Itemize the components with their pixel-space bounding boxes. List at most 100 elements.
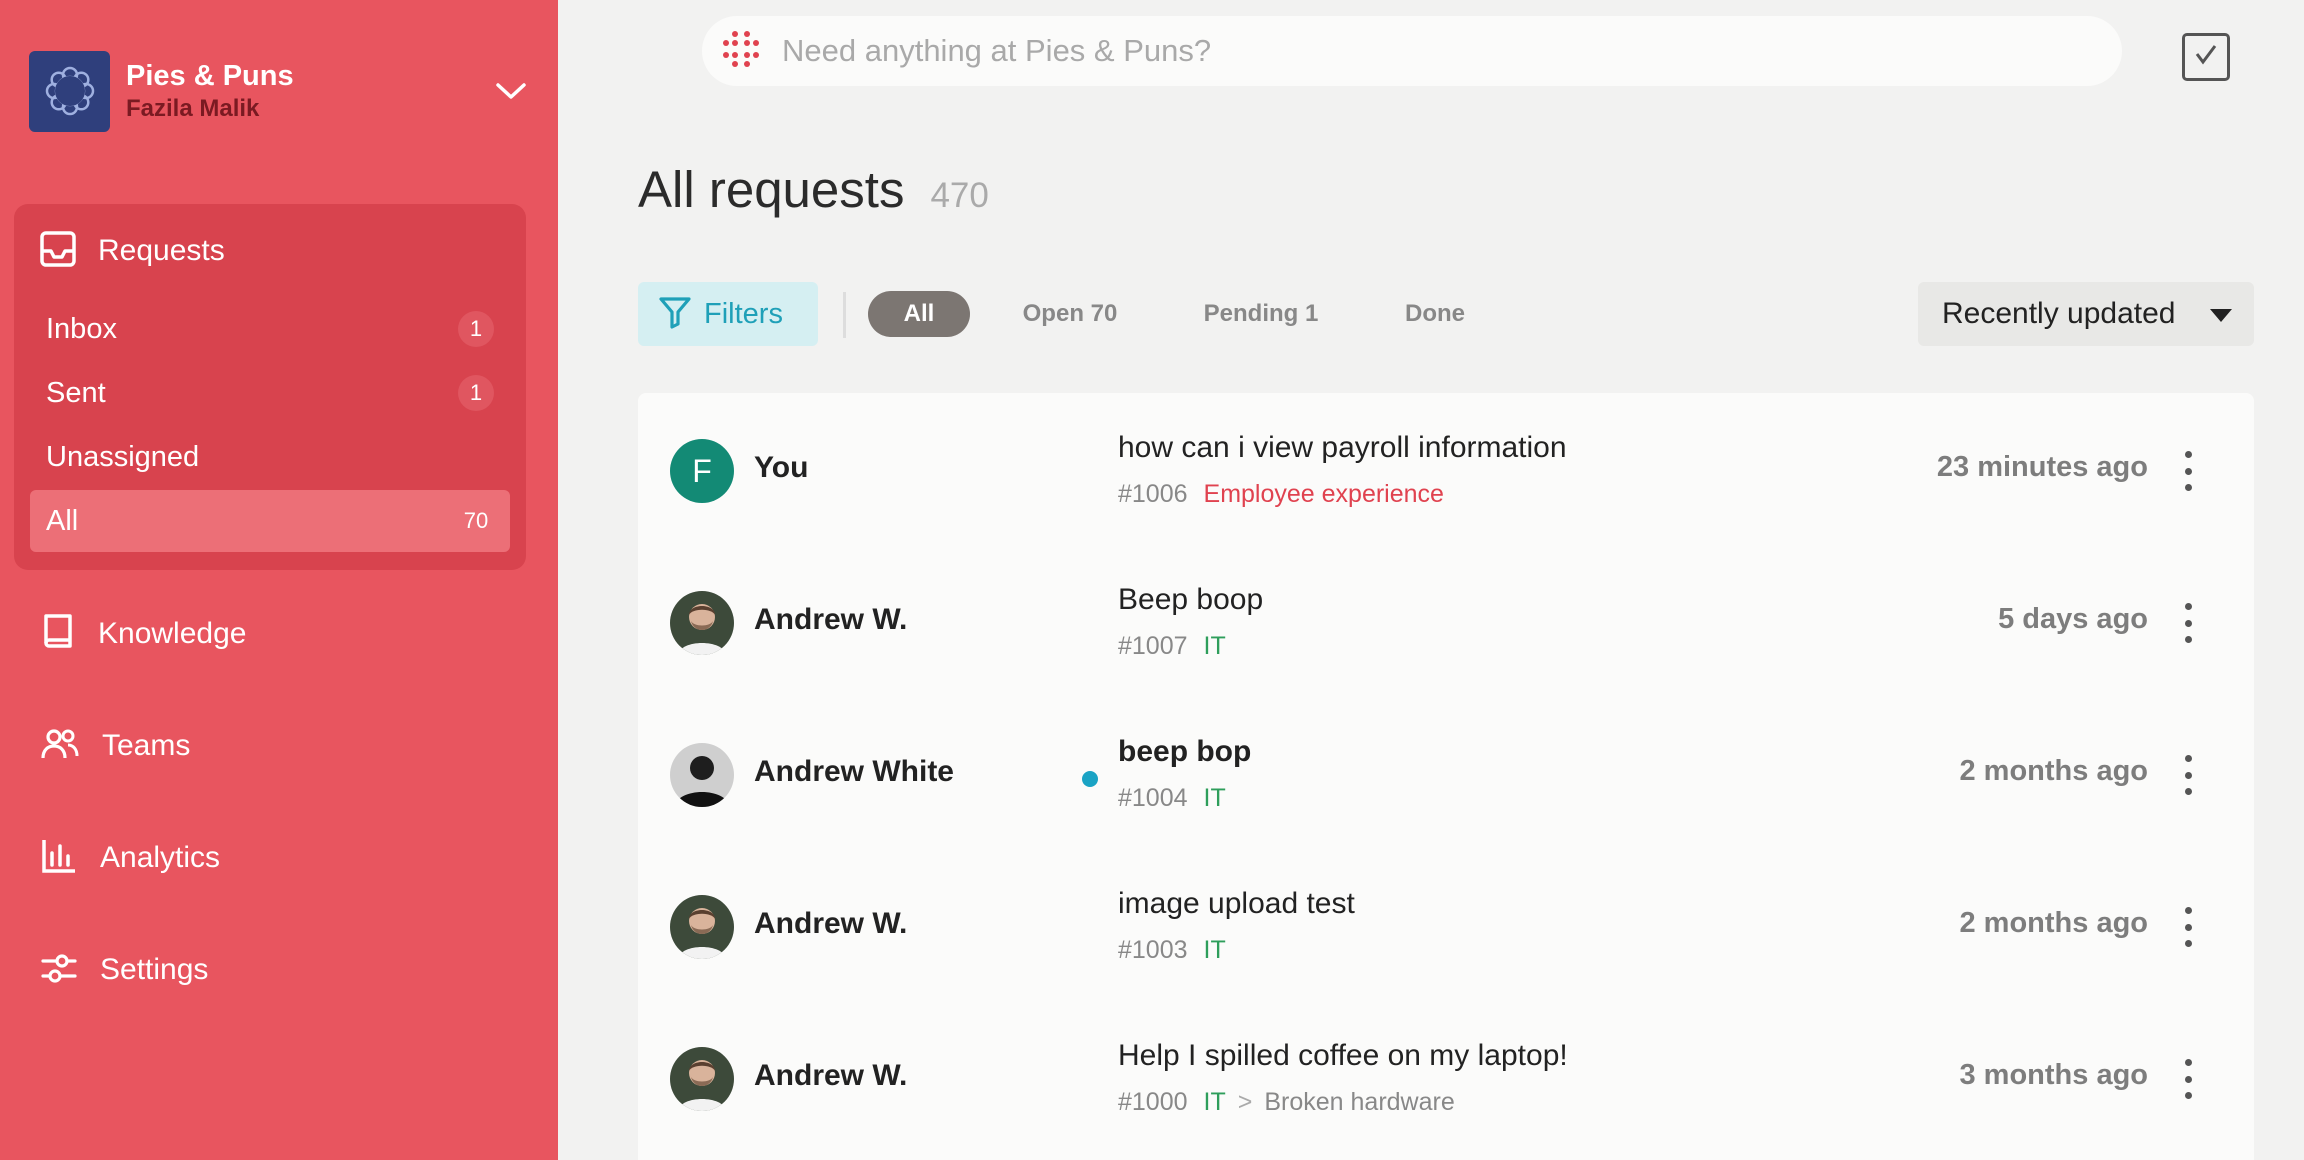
segment-all[interactable]: All [868,291,970,337]
dots-grid-icon [718,26,764,77]
table-row[interactable]: Andrew W. Beep boop #1007 IT 5 days ago [638,545,2254,697]
page-header: All requests 470 [638,160,989,219]
unread-indicator [1082,771,1098,787]
more-options-icon[interactable] [2176,603,2200,643]
current-user-name: Fazila Malik [126,95,260,122]
segment-pending[interactable]: Pending 1 [1186,291,1336,337]
request-subject: Beep boop [1118,583,1264,616]
checkmark-icon [2191,40,2221,75]
requester-name: Andrew W. [754,603,908,636]
search-input[interactable] [782,33,2082,69]
request-id: #1004 [1118,784,1188,812]
avatar: F [670,439,734,503]
avatar [670,1047,734,1111]
nav-label-knowledge: Knowledge [98,617,247,650]
request-meta: #1007 IT [1118,632,1226,661]
org-name: Pies & Puns [126,60,294,92]
filters-label: Filters [704,297,783,330]
request-meta: #1004 IT [1118,784,1226,813]
table-row[interactable]: Andrew White beep bop #1004 IT 2 months … [638,697,2254,849]
request-id: #1006 [1118,480,1188,508]
sidebar-item-all[interactable]: All 70 [30,490,510,552]
request-id: #1003 [1118,936,1188,964]
nav-item-requests[interactable]: Requests [40,226,225,276]
nav-item-settings[interactable]: Settings [40,944,208,996]
sidebar-item-sent[interactable]: Sent 1 [30,362,510,424]
sidebar: Pies & Puns Fazila Malik Requests Inbox … [0,0,558,1160]
count-badge: 1 [458,311,494,347]
nav-item-knowledge[interactable]: Knowledge [40,608,246,660]
requester-name: Andrew White [754,755,954,788]
nav-item-teams[interactable]: Teams [40,720,190,772]
request-category: IT [1203,632,1226,660]
requester-name: Andrew W. [754,907,908,940]
nav-label-requests: Requests [98,234,225,267]
book-icon [40,612,76,657]
filters-button[interactable]: Filters [638,282,818,346]
more-options-icon[interactable] [2176,755,2200,795]
table-row[interactable]: F You how can i view payroll information… [638,393,2254,545]
sliders-icon [40,949,78,992]
updated-time: 23 minutes ago [1936,451,2148,483]
more-options-icon[interactable] [2176,907,2200,947]
requester-name: You [754,451,809,484]
request-subcategory: Broken hardware [1264,1088,1455,1116]
request-subject: Help I spilled coffee on my laptop! [1118,1039,1568,1072]
tasks-checkbox-button[interactable] [2182,33,2230,81]
request-meta: #1006 Employee experience [1118,480,1444,509]
avatar [670,591,734,655]
nav-item-analytics[interactable]: Analytics [40,832,220,884]
sort-label: Recently updated [1942,297,2176,330]
page-count: 470 [930,176,989,215]
inbox-tray-icon [40,230,76,272]
request-meta: #1000 IT > Broken hardware [1118,1088,1455,1117]
divider [843,292,846,338]
org-switcher[interactable]: Pies & Puns Fazila Malik [29,50,529,132]
table-row[interactable]: Andrew W. Help I spilled coffee on my la… [638,1001,2254,1153]
updated-time: 3 months ago [1959,1059,2148,1091]
count-badge: 1 [458,375,494,411]
segment-done[interactable]: Done [1380,291,1490,337]
caret-down-icon [2210,309,2232,322]
request-subject: image upload test [1118,887,1355,920]
chevron-right-icon: > [1237,1088,1253,1116]
request-category: Employee experience [1203,480,1444,508]
sidebar-item-label: Inbox [46,312,117,345]
segment-open[interactable]: Open 70 [1000,291,1140,337]
filter-funnel-icon [658,295,692,334]
request-subject: how can i view payroll information [1118,431,1567,464]
users-icon [40,726,80,767]
bar-chart-icon [40,837,78,880]
sidebar-item-label: Unassigned [46,440,200,473]
request-category: IT [1203,936,1226,964]
page-title: All requests [638,161,905,218]
search-bar[interactable] [702,16,2122,86]
avatar [670,895,734,959]
request-id: #1007 [1118,632,1188,660]
sort-dropdown[interactable]: Recently updated [1918,282,2254,346]
request-list: F You how can i view payroll information… [638,393,2254,1160]
table-row[interactable]: Andrew W. image upload test #1003 IT 2 m… [638,849,2254,1001]
sidebar-item-unassigned[interactable]: Unassigned [30,426,510,488]
request-category: IT [1203,784,1226,812]
avatar [670,743,734,807]
requests-nav-group: Requests Inbox 1 Sent 1 Unassigned All 7… [14,204,526,570]
sidebar-item-inbox[interactable]: Inbox 1 [30,298,510,360]
count-badge: 70 [463,508,489,533]
updated-time: 2 months ago [1959,907,2148,939]
updated-time: 2 months ago [1959,755,2148,787]
more-options-icon[interactable] [2176,1059,2200,1099]
more-options-icon[interactable] [2176,451,2200,491]
requester-name: Andrew W. [754,1059,908,1092]
request-subject: beep bop [1118,735,1252,768]
org-logo [29,50,110,132]
request-id: #1000 [1118,1088,1188,1116]
chevron-down-icon[interactable] [493,76,529,106]
nav-label-teams: Teams [102,729,191,762]
sidebar-item-label: Sent [46,376,106,409]
nav-label-settings: Settings [100,953,209,986]
request-category: IT [1203,1088,1226,1116]
sidebar-item-label: All [46,504,79,537]
nav-label-analytics: Analytics [100,841,221,874]
request-meta: #1003 IT [1118,936,1226,965]
